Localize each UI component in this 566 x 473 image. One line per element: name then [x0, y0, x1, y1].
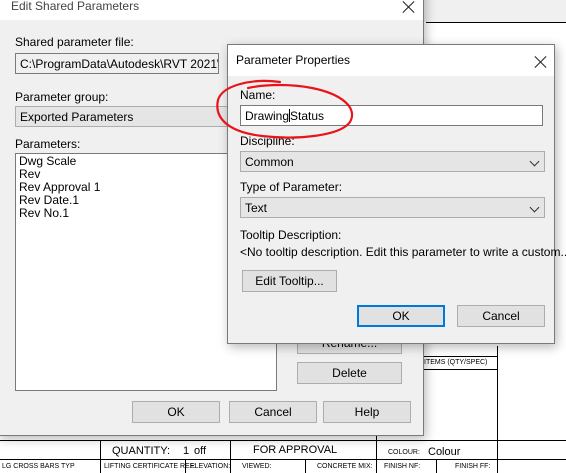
annotation-stroke	[216, 79, 353, 139]
red-circle-annotation	[216, 79, 353, 139]
